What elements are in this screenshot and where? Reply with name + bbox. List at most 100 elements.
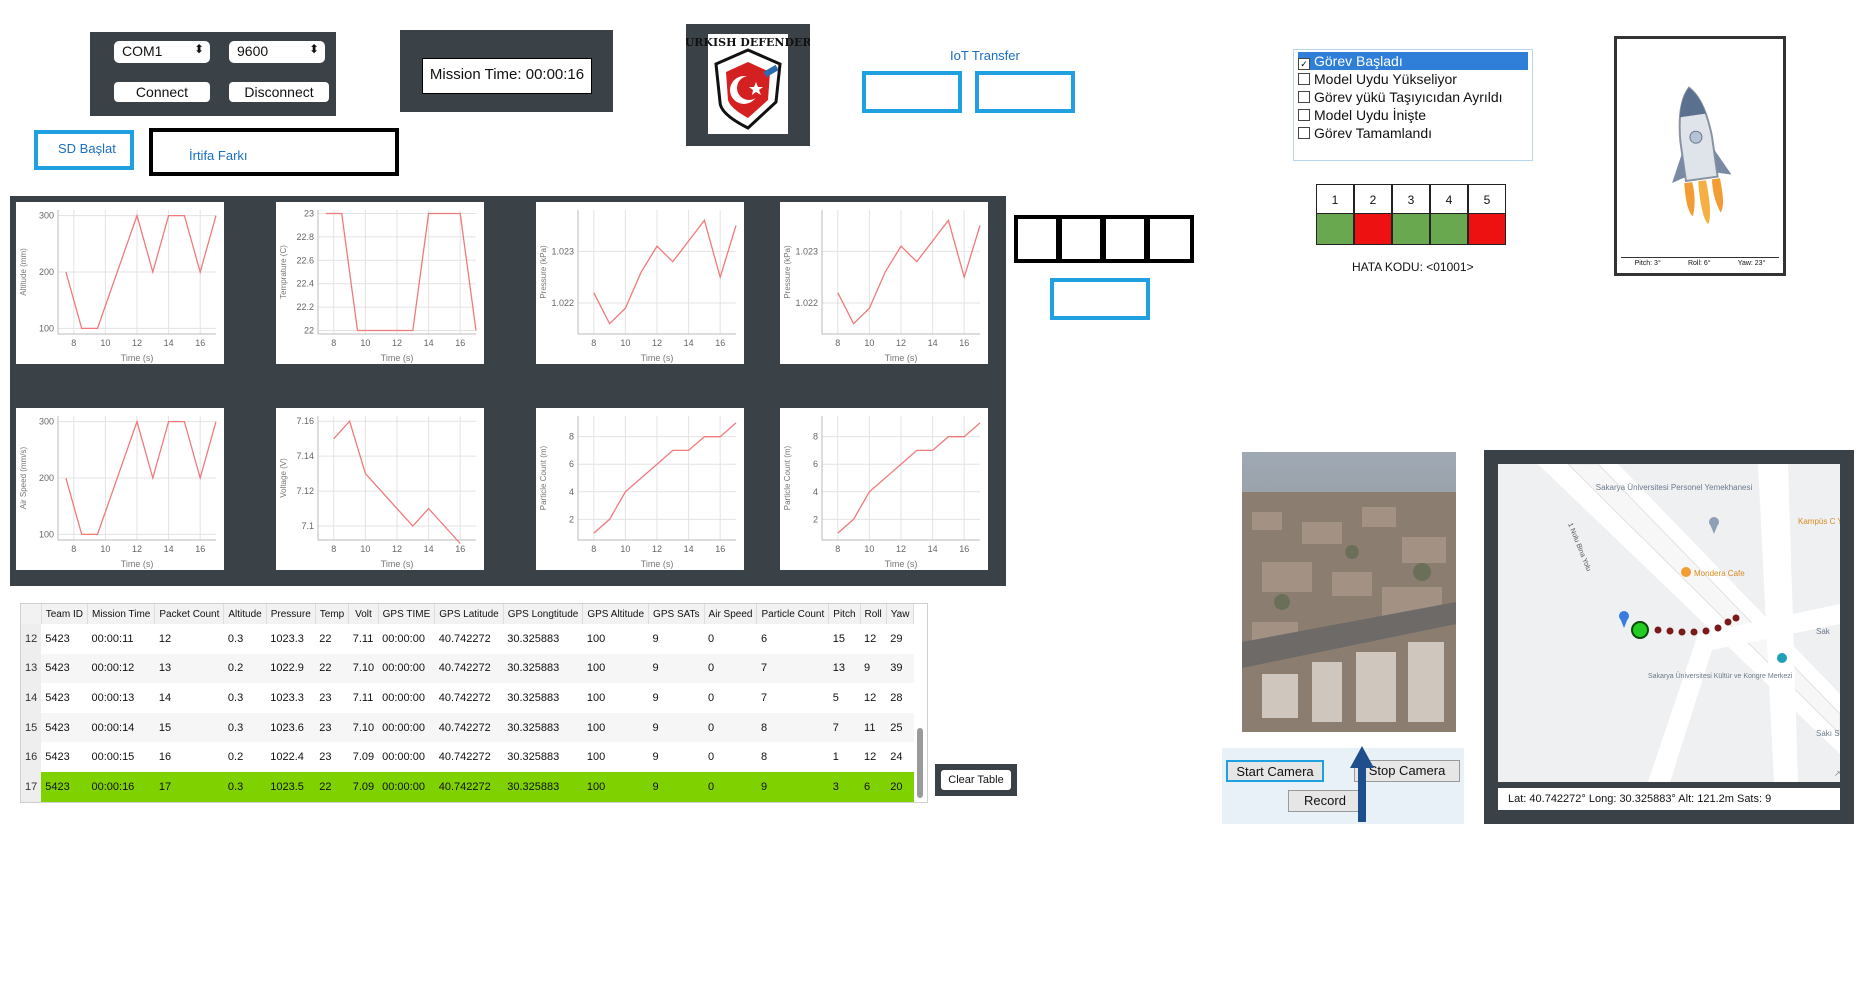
column-header[interactable]: Particle Count [756,604,830,624]
y-tick-label: 300 [39,417,54,427]
table-cell: 7.09 [348,771,379,802]
table-cell: 15 [832,632,846,645]
x-tick-label: 8 [835,338,840,348]
map-label: Mondera Cafe [1694,569,1745,578]
x-tick-label: 8 [835,544,840,554]
table-cell: 0.3 [223,712,267,743]
chart-svg: 22 22.2 22.4 22.6 22.8 23 8 10 12 14 16 Time (s) Tem… [279,209,477,363]
column-header[interactable]: Mission Time [87,604,156,624]
table-scrollbar[interactable] [917,728,923,798]
gps-map[interactable]: Sakarya Üniversitesi Personel Yemekhanes… [1498,464,1840,782]
x-tick-label: 16 [959,338,969,348]
status-item[interactable]: ✓ Görev Başladı [1298,52,1528,70]
x-tick-label: 14 [684,338,694,348]
orientation-readout: Pitch: 3° Roll: 6° Yaw: 23° [1621,257,1779,270]
baud-select[interactable]: 9600 ⬍ [229,41,325,63]
y-tick-label: 4 [569,487,574,497]
column-header[interactable]: Altitude [223,604,267,624]
gps-readout: Lat: 40.742272° Long: 30.325883° Alt: 12… [1498,788,1840,810]
table-row[interactable]: 17 5423 00:00:16 17 0.3 1023.5 22 7.09 00:00:00 4… [21,771,914,802]
y-tick-label: 1.022 [795,298,818,308]
y-axis-label: Voltage (V) [279,458,288,498]
table-cell: 13 [828,653,861,684]
column-header[interactable]: GPS Latitude [434,604,504,624]
sd-start-button[interactable]: SD Başlat [34,130,134,170]
x-tick-label: 12 [392,338,402,348]
team-logo: TURKISH DEFENDERS [677,24,820,146]
clear-table-button[interactable]: Clear Table [941,770,1011,790]
x-axis-label: Time (s) [885,559,918,569]
table-cell: 00:00:15 [91,751,135,764]
select-caret-icon: ⬍ [308,42,319,56]
chart-svg: 100 200 300 8 10 12 14 16 Time (s) Air Speed (mm/… [19,416,217,569]
status-item[interactable]: Görev Tamamlandı [1298,124,1528,142]
table-row[interactable]: 16 5423 00:00:15 16 0.2 1022.4 23 7.09 00:00:00 4… [21,742,914,772]
column-header[interactable]: Packet Count [154,604,225,624]
checkbox[interactable]: ✓ [1298,58,1310,70]
x-tick-label: 10 [100,338,110,348]
x-tick-label: 8 [591,338,596,348]
table-cell: 0.3 [227,632,244,645]
map-label: Kampüs C Yemek [1798,517,1840,526]
column-header[interactable]: Air Speed [704,604,758,624]
column-header[interactable]: GPS Longtitude [503,604,584,624]
status-item[interactable]: Görev yükü Taşıyıcıdan Ayrıldı [1298,88,1528,106]
table-cell: 24 [890,751,903,764]
y-tick-label: 7.16 [296,416,314,426]
column-header[interactable]: Pressure [266,604,316,624]
column-header[interactable]: GPS SATs [648,604,705,624]
column-header[interactable]: Yaw [886,604,915,624]
checkbox[interactable] [1298,73,1310,85]
iot-box-1[interactable] [862,71,962,113]
column-header[interactable]: GPS Altitude [582,604,650,624]
roll-value: Roll: 6° [1687,260,1711,267]
y-tick-label: 300 [39,211,54,221]
table-cell: 7.09 [352,751,375,764]
status-item[interactable]: Model Uydu İnişte [1298,106,1528,124]
x-tick-label: 10 [864,544,874,554]
x-tick-label: 8 [591,544,596,554]
table-cell: 5 [832,691,839,704]
series-line [593,422,737,534]
column-header[interactable]: Temp [315,604,350,624]
table-body: 12 5423 00:00:11 12 0.3 1023.3 22 7.11 00:00:00 4… [21,624,914,802]
column-header[interactable]: Roll [860,604,887,624]
table-cell: 00:00:00 [378,771,435,802]
table-cell: 00:00:00 [382,751,425,764]
table-cell: 13 [154,653,224,684]
telemetry-table[interactable]: Team ID Mission Time Packet Count Altitude P… [20,603,928,803]
status-item[interactable]: Model Uydu Yükseliyor [1298,70,1528,88]
chart-altitude: 100 200 300 8 10 12 14 16 Time (s) Altitude (mm) [16,202,224,364]
table-cell: 30.325883 [503,712,583,743]
checkbox[interactable] [1298,109,1310,121]
camera-controls: Start Camera Stop Camera Record [1222,748,1464,824]
column-header[interactable]: Pitch [828,604,861,624]
table-cell: 5423 [41,712,88,743]
y-tick-label: 6 [813,459,818,469]
column-header[interactable]: Team ID [41,604,88,624]
checkbox[interactable] [1298,127,1310,139]
table-row[interactable]: 14 5423 00:00:13 14 0.3 1023.3 23 7.11 00:00:00 4… [21,683,914,713]
disconnect-button[interactable]: Disconnect [229,82,329,102]
status-item-label: Görev Tamamlandı [1314,125,1433,141]
table-cell: 30.325883 [503,653,583,684]
table-row[interactable]: 12 5423 00:00:11 12 0.3 1023.3 22 7.11 00:00:00 4… [21,624,914,654]
table-row[interactable]: 15 5423 00:00:14 15 0.3 1023.6 23 7.10 00:00:00 4… [21,712,914,743]
map-label: Sak [1816,627,1831,636]
column-header[interactable]: GPS TIME [378,604,436,624]
y-tick-label: 22.6 [296,255,314,265]
port-select[interactable]: COM1 ⬍ [114,41,210,63]
x-tick-label: 10 [864,338,874,348]
column-header[interactable]: Volt [348,604,379,624]
table-row[interactable]: 13 5423 00:00:12 13 0.2 1022.9 22 7.10 00:00:00 4… [21,653,914,684]
checkbox[interactable] [1298,91,1310,103]
y-tick-label: 8 [813,432,818,442]
cafe-pin-icon [1681,567,1691,577]
x-tick-label: 16 [455,544,465,554]
start-camera-button[interactable]: Start Camera [1226,760,1324,782]
error-status-cell [1468,213,1506,245]
connect-button[interactable]: Connect [114,82,210,102]
iot-transfer-label: IoT Transfer [950,48,1020,63]
table-cell: 7.10 [348,712,379,743]
iot-box-2[interactable] [975,71,1075,113]
